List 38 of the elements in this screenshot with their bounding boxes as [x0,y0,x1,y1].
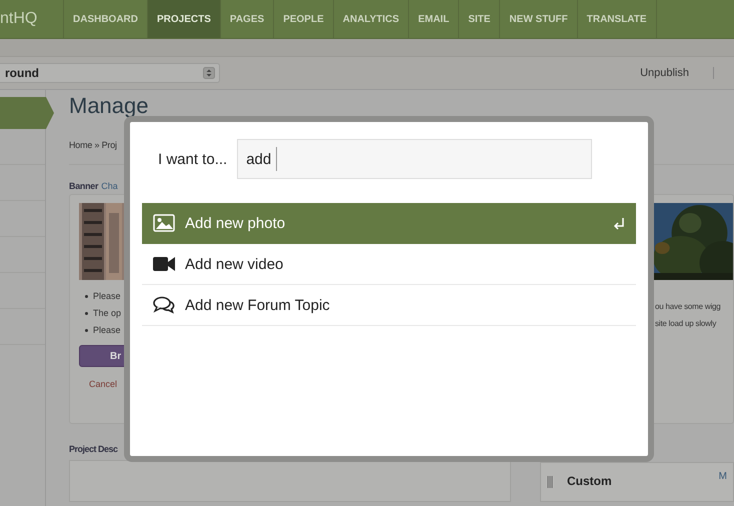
logo[interactable]: ntHQ [0,0,64,38]
command-input[interactable]: add [237,139,592,179]
panel-title: Custom [567,474,613,488]
nav-tab[interactable]: PEOPLE [274,0,334,38]
nav-tab[interactable]: PAGES [220,0,274,38]
note-text: site load up slowly [655,319,718,328]
result-item[interactable]: Add new photo [142,203,636,244]
nav-tab[interactable]: TRANSLATE [578,0,657,38]
bullet-icon [85,312,88,315]
note-text: The op [93,307,122,320]
page-title: Manage [69,96,150,116]
result-item[interactable]: Add new video [142,244,636,285]
panel-link[interactable]: M [718,471,727,482]
note-text: Please [93,324,121,337]
nav-tab[interactable]: EMAIL [409,0,460,38]
note-text: Please [93,290,121,303]
banner-label: Banner [69,181,98,191]
description-label: Project Desc [69,444,119,454]
toolbar-link[interactable]: Unpublish [640,67,689,79]
bullet-icon [85,295,88,298]
description-field[interactable] [69,460,511,502]
sidebar-active-tab[interactable] [0,97,54,129]
project-select[interactable]: round [0,63,220,83]
speech-bubbles-icon [153,296,175,314]
video-camera-icon [153,256,175,272]
result-item[interactable]: Add new Forum Topic [142,285,636,326]
nav-tab[interactable]: NEW STUFF [500,0,578,38]
stepper-icon [203,67,215,79]
change-link[interactable]: Cha [101,181,118,191]
bullet-icon [85,329,88,332]
prompt-label: I want to... [158,150,228,168]
enter-key-icon [613,216,625,230]
image-icon [153,214,175,232]
nav-tab[interactable]: ANALYTICS [334,0,410,38]
nav-tab[interactable]: SITE [459,0,500,38]
drag-handle-icon[interactable] [547,476,553,488]
note-text: ou have some wigg [655,302,722,311]
nav-tab[interactable]: PROJECTS [148,0,221,38]
